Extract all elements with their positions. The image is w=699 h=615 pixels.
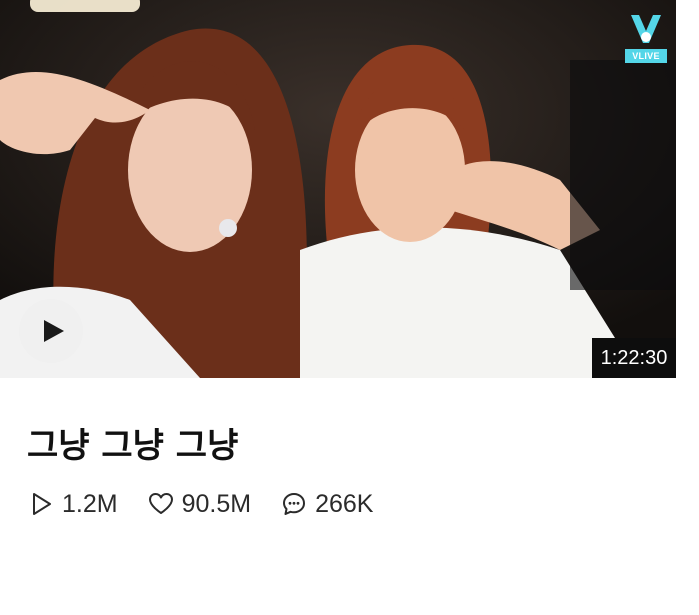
play-count: 1.2M (28, 490, 118, 519)
play-count-icon (33, 493, 51, 515)
thumbnail-image (0, 0, 676, 378)
comment-count-value: 266K (315, 489, 374, 518)
comment-count: 266K (281, 490, 373, 519)
vlive-badge-label: VLIVE (625, 49, 667, 63)
vlive-logo-icon: VLIVE (625, 7, 667, 63)
video-title[interactable]: 그냥 그냥 그냥 (27, 418, 238, 467)
video-thumbnail[interactable]: VLIVE 1:22:30 (0, 0, 676, 378)
heart-icon (148, 493, 173, 514)
play-count-value: 1.2M (62, 489, 118, 518)
like-count-value: 90.5M (181, 489, 252, 518)
video-duration: 1:22:30 (592, 338, 676, 378)
play-button[interactable] (19, 299, 83, 363)
comment-icon (283, 493, 306, 515)
play-icon (43, 320, 64, 342)
video-stats: 1.2M 90.5M 266K (28, 486, 403, 522)
like-count: 90.5M (148, 490, 251, 519)
